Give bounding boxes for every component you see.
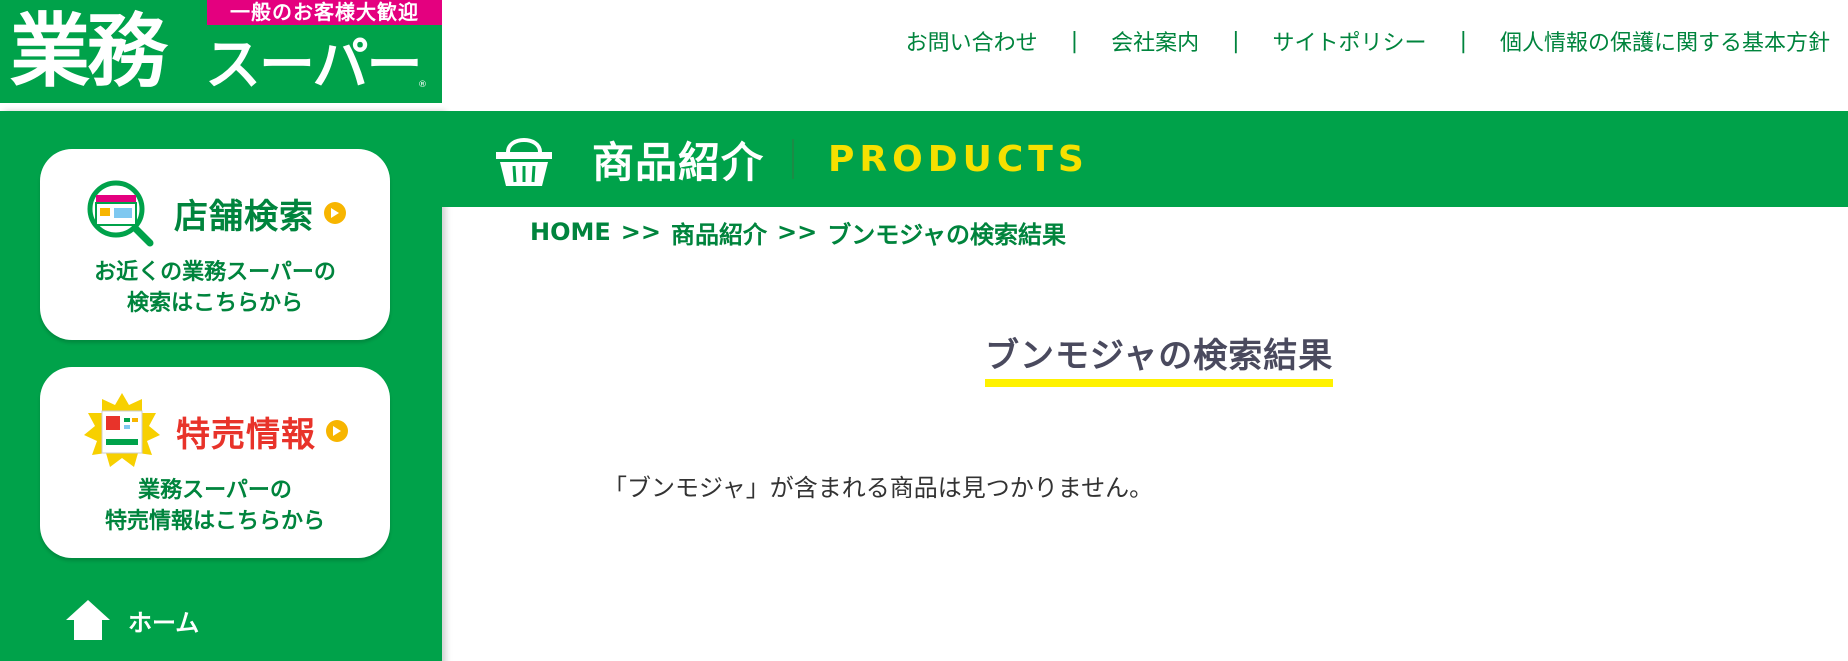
section-title-ja: 商品紹介 bbox=[592, 137, 765, 187]
breadcrumb: HOME >> 商品紹介 >> ブンモジャの検索結果 bbox=[530, 212, 1066, 252]
nav-separator: | bbox=[1459, 28, 1467, 54]
nav-privacy-policy-link[interactable]: 個人情報の保護に関する基本方針 bbox=[1500, 25, 1830, 57]
nav-separator: | bbox=[1070, 28, 1079, 54]
page-title: ブンモジャの検索結果 bbox=[985, 328, 1334, 387]
breadcrumb-separator: >> bbox=[620, 218, 661, 246]
site-logo[interactable]: 一般のお客様大歓迎 業務 スーパー ® bbox=[0, 0, 442, 103]
logo-badge: 一般のお客様大歓迎 bbox=[207, 0, 442, 25]
breadcrumb-separator: >> bbox=[776, 218, 818, 246]
section-title-en: PRODUCTS bbox=[828, 138, 1089, 180]
breadcrumb-products[interactable]: 商品紹介 bbox=[671, 215, 767, 250]
special-sale-title: 特売情報 bbox=[176, 414, 316, 455]
top-nav: お問い合わせ | 会社案内 | サイトポリシー | 個人情報の保護に関する基本方… bbox=[906, 24, 1830, 58]
result-title-text: ブンモジャの検索結果 bbox=[985, 328, 1334, 387]
breadcrumb-current: ブンモジャの検索結果 bbox=[827, 220, 1067, 249]
special-sale-card[interactable]: 特売情報 業務スーパーの 特売情報はこちらから bbox=[40, 367, 390, 558]
sidebar-item-home-label: ホーム bbox=[128, 608, 200, 637]
logo-name-kanji: 業務 bbox=[10, 5, 167, 98]
section-title-divider bbox=[792, 139, 795, 179]
store-search-icon bbox=[87, 180, 154, 247]
sidebar-item-home[interactable]: ホーム bbox=[64, 595, 199, 645]
section-header-band: 商品紹介 PRODUCTS bbox=[442, 111, 1848, 207]
special-sale-desc-line2: 特売情報はこちらから bbox=[104, 509, 325, 534]
sidebar: 店舗検索 お近くの業務スーパーの 検索はこちらから 特売情報 業務スーパーの 特… bbox=[0, 111, 442, 661]
arrow-right-icon bbox=[326, 420, 348, 442]
logo-name-kana: スーパー bbox=[205, 33, 422, 98]
special-sale-desc-line1: 業務スーパーの bbox=[138, 478, 292, 503]
nav-contact-link[interactable]: お問い合わせ bbox=[906, 25, 1038, 57]
breadcrumb-home[interactable]: HOME bbox=[530, 218, 611, 246]
store-search-desc-line2: 検索はこちらから bbox=[126, 291, 303, 316]
nav-company-link[interactable]: 会社案内 bbox=[1111, 25, 1199, 57]
flyer-icon bbox=[84, 393, 160, 467]
home-icon bbox=[66, 600, 110, 640]
nav-separator: | bbox=[1232, 28, 1240, 54]
basket-icon bbox=[496, 138, 552, 186]
store-search-card-head: 店舗検索 bbox=[40, 175, 390, 251]
section-header: 商品紹介 PRODUCTS bbox=[494, 129, 1089, 189]
no-results-message: 「ブンモジャ」が含まれる商品は見つかりません。 bbox=[603, 474, 1154, 502]
arrow-right-icon bbox=[324, 202, 346, 224]
store-search-desc-line1: お近くの業務スーパーの bbox=[94, 260, 336, 285]
store-search-card[interactable]: 店舗検索 お近くの業務スーパーの 検索はこちらから bbox=[40, 149, 390, 340]
store-search-desc: お近くの業務スーパーの 検索はこちらから bbox=[40, 257, 390, 319]
special-sale-card-head: 特売情報 bbox=[40, 393, 390, 469]
logo-registered-mark: ® bbox=[418, 80, 427, 90]
special-sale-desc: 業務スーパーの 特売情報はこちらから bbox=[40, 475, 390, 537]
nav-site-policy-link[interactable]: サイトポリシー bbox=[1273, 25, 1427, 57]
store-search-title: 店舗検索 bbox=[174, 196, 314, 237]
